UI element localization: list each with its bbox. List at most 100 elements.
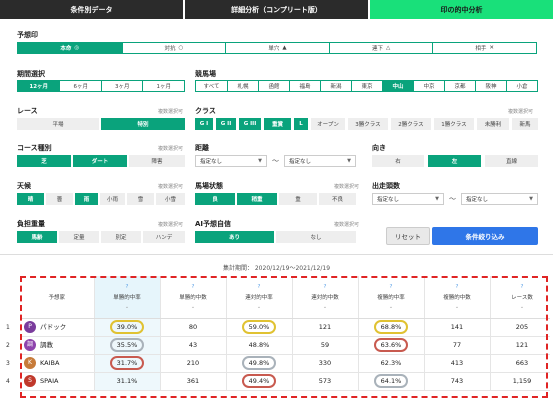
col-header-race-count[interactable]: ? レース数 ⌄ xyxy=(490,276,551,319)
class-option-1win[interactable]: 1勝クラス xyxy=(434,118,474,130)
col-header-win-rate[interactable]: ? 単勝的中率 ⌄ xyxy=(94,276,161,319)
venue-option-niigata[interactable]: 新潟 xyxy=(320,81,351,91)
help-icon[interactable]: ? xyxy=(359,284,424,290)
win-rate-value: 35.5% xyxy=(109,338,145,352)
race-option-hiraba[interactable]: 平場 xyxy=(17,118,99,130)
class-option-open[interactable]: オープン xyxy=(311,118,345,130)
venue-option-fukushima[interactable]: 福島 xyxy=(289,81,320,91)
weather-option-light-rain[interactable]: 小雨 xyxy=(100,193,125,205)
ai-option-no[interactable]: なし xyxy=(276,231,356,243)
reset-button[interactable]: リセット xyxy=(386,227,430,245)
row-number: 4 xyxy=(6,378,10,385)
class-option-jusho[interactable]: 重賞 xyxy=(264,118,291,130)
distance-from-select[interactable]: 指定なし ▼ xyxy=(195,155,267,167)
table-row[interactable]: S SPAIA 31.1% 361 49.4% 573 64.1% 743 1,1… xyxy=(20,372,550,391)
weather-option-snow[interactable]: 雪 xyxy=(127,193,154,205)
course-option-turf[interactable]: 芝 xyxy=(17,155,71,167)
help-icon[interactable]: ? xyxy=(227,284,292,290)
tab-detail-analysis[interactable]: 詳細分析（コンプリート版） xyxy=(185,0,368,19)
win-rate-value: 31.7% xyxy=(109,356,145,370)
period-option-1m[interactable]: 1ヶ月 xyxy=(142,81,184,91)
race-label: レース xyxy=(17,107,38,115)
predictor-cell: 調調教 xyxy=(20,336,95,355)
weather-option-rain[interactable]: 雨 xyxy=(75,193,98,205)
col-header-label: 連対的中率 xyxy=(245,294,273,301)
mark-option-label: 本命 xyxy=(60,46,72,52)
table-row[interactable]: K KAIBA 31.7% 210 49.8% 330 62.3% 413 663 xyxy=(20,354,550,373)
venue-option-hakodate[interactable]: 函館 xyxy=(258,81,289,91)
weight-option-betsutei[interactable]: 別定 xyxy=(101,231,141,243)
weight-option-barei[interactable]: 馬齢 xyxy=(17,231,57,243)
venue-option-sapporo[interactable]: 札幌 xyxy=(227,81,258,91)
help-icon[interactable]: ? xyxy=(425,284,490,290)
table-row[interactable]: 調調教 35.5% 43 48.8% 59 63.6% 77 121 xyxy=(20,336,550,355)
period-option-3m[interactable]: 3ヶ月 xyxy=(100,81,143,91)
class-option-g2[interactable]: G II xyxy=(216,118,236,130)
class-option-g3[interactable]: G III xyxy=(239,118,261,130)
venue-option-kyoto[interactable]: 京都 xyxy=(444,81,475,91)
weight-option-handicap[interactable]: ハンデ xyxy=(143,231,185,243)
weight-option-teiryo[interactable]: 定量 xyxy=(59,231,99,243)
track-option-firm[interactable]: 良 xyxy=(195,193,235,205)
class-option-3win[interactable]: 3勝クラス xyxy=(348,118,388,130)
col-header-quinella-count[interactable]: ? 連対的中数 ⌄ xyxy=(292,276,359,319)
track-option-heavy[interactable]: 不良 xyxy=(319,193,356,205)
venue-option-all[interactable]: すべて xyxy=(196,81,227,91)
course-option-dirt[interactable]: ダート xyxy=(73,155,127,167)
help-icon[interactable]: ? xyxy=(95,284,160,290)
class-option-maiden[interactable]: 未勝利 xyxy=(477,118,509,130)
col-header-quinella-rate[interactable]: ? 連対的中率 ⌄ xyxy=(226,276,293,319)
help-icon[interactable]: ? xyxy=(491,284,551,290)
direction-option-straight[interactable]: 直線 xyxy=(485,155,538,167)
weather-option-light-snow[interactable]: 小雪 xyxy=(156,193,185,205)
weather-option-cloudy[interactable]: 曇 xyxy=(46,193,73,205)
predictor-name: KAIBA xyxy=(40,359,60,367)
help-icon[interactable]: ? xyxy=(293,284,358,290)
mark-option-renka[interactable]: 連下 △ xyxy=(328,43,433,53)
help-icon[interactable]: ? xyxy=(161,284,226,290)
ai-option-yes[interactable]: あり xyxy=(195,231,274,243)
table-row[interactable]: P パドック 39.0% 80 59.0% 121 68.8% 141 205 xyxy=(20,318,550,337)
filled-triangle-icon: ▲ xyxy=(282,45,287,51)
tab-condition-data[interactable]: 条件別データ xyxy=(0,0,183,19)
sort-icon: ⌄ xyxy=(322,303,328,310)
runners-from-select[interactable]: 指定なし ▼ xyxy=(372,193,444,205)
runners-from-value: 指定なし xyxy=(377,197,400,203)
mark-option-tanana[interactable]: 単穴 ▲ xyxy=(225,43,329,53)
mark-option-aite[interactable]: 相手 ✕ xyxy=(432,43,536,53)
class-option-2win[interactable]: 2勝クラス xyxy=(391,118,431,130)
class-option-g1[interactable]: G I xyxy=(195,118,213,130)
tab-mark-hit-analysis[interactable]: 印の的中分析 xyxy=(370,0,553,19)
venue-option-nakayama[interactable]: 中山 xyxy=(382,81,413,91)
col-header-place-rate[interactable]: ? 複勝的中率 ⌄ xyxy=(358,276,425,319)
place-rate-value: 68.8% xyxy=(373,320,409,334)
venue-option-kokura[interactable]: 小倉 xyxy=(506,81,537,91)
distance-to-select[interactable]: 指定なし ▼ xyxy=(284,155,356,167)
col-header-win-count[interactable]: ? 単勝的中数 ⌄ xyxy=(160,276,227,319)
ai-label: AI予想自信 xyxy=(195,220,232,228)
mark-option-taikou[interactable]: 対抗 ○ xyxy=(121,43,226,53)
venue-option-hanshin[interactable]: 阪神 xyxy=(475,81,506,91)
win-rate-cell: 39.0% xyxy=(94,318,161,337)
venue-option-tokyo[interactable]: 東京 xyxy=(351,81,382,91)
track-option-good[interactable]: 稍重 xyxy=(237,193,277,205)
weather-option-sunny[interactable]: 晴 xyxy=(17,193,44,205)
period-option-12m[interactable]: 12ヶ月 xyxy=(18,81,60,91)
col-header-place-count[interactable]: ? 複勝的中数 ⌄ xyxy=(424,276,491,319)
venue-option-chukyo[interactable]: 中京 xyxy=(413,81,444,91)
mark-option-honmei[interactable]: 本命 ◎ xyxy=(18,43,122,53)
class-option-listed[interactable]: L xyxy=(294,118,308,130)
runners-to-select[interactable]: 指定なし ▼ xyxy=(461,193,538,205)
course-option-steeple[interactable]: 障害 xyxy=(129,155,185,167)
period-option-6m[interactable]: 6ヶ月 xyxy=(59,81,101,91)
filter-submit-button[interactable]: 条件絞り込み xyxy=(432,227,538,245)
sort-icon: ⌄ xyxy=(190,303,196,310)
direction-option-left[interactable]: 左 xyxy=(428,155,481,167)
direction-option-right[interactable]: 右 xyxy=(372,155,424,167)
race-option-tokubetsu[interactable]: 特別 xyxy=(101,118,185,130)
track-option-yielding[interactable]: 重 xyxy=(279,193,317,205)
class-option-newcomer[interactable]: 新馬 xyxy=(512,118,538,130)
weather-label: 天候 xyxy=(17,182,31,190)
sort-icon: ⌄ xyxy=(519,303,525,310)
race-multi-note: 複数選択可 xyxy=(158,109,184,115)
